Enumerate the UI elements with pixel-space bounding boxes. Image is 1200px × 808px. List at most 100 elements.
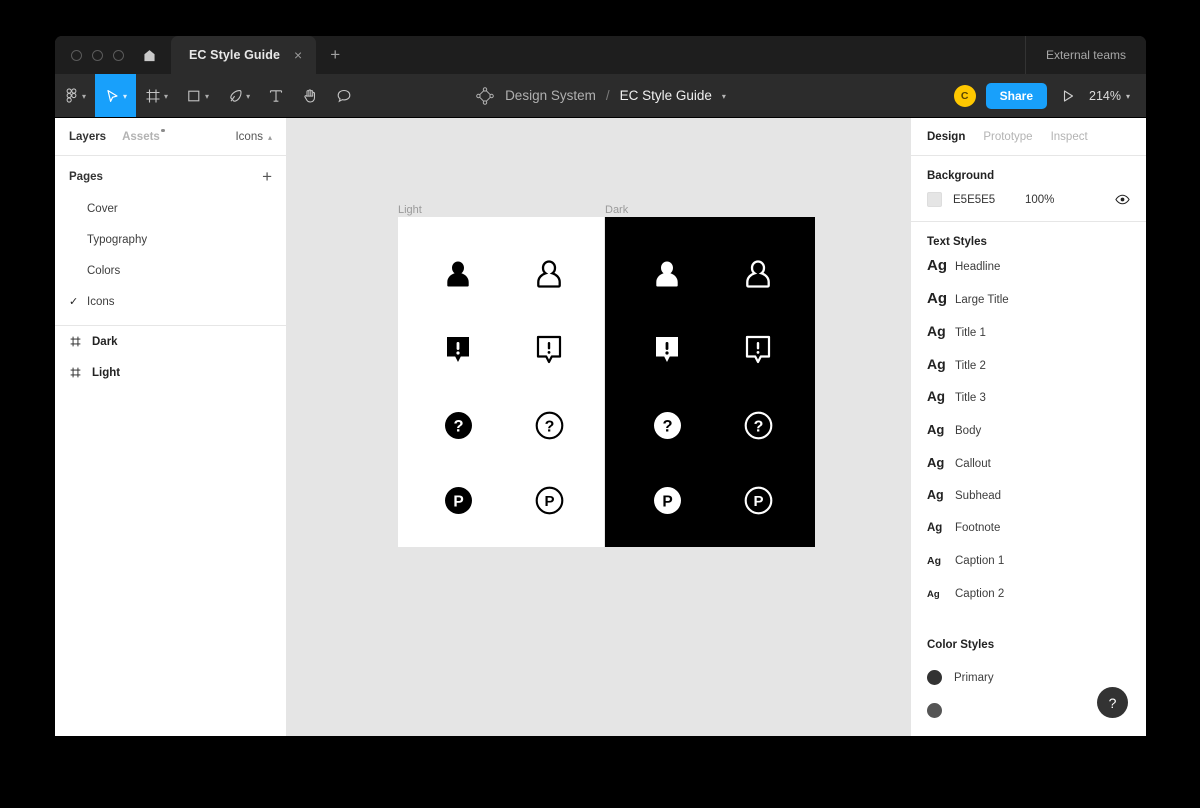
help-filled-icon[interactable]: ? bbox=[637, 395, 697, 455]
window-controls[interactable] bbox=[55, 36, 138, 74]
workspace: Layers Assets Icons ▴ Pages + Cover Typo… bbox=[55, 118, 1146, 736]
close-window-button[interactable] bbox=[71, 49, 82, 61]
hand-tool-button[interactable] bbox=[293, 74, 327, 117]
eye-icon[interactable] bbox=[1115, 194, 1130, 205]
parking-outline-icon[interactable]: P bbox=[519, 470, 579, 530]
text-style-title-2[interactable]: Ag Title 2 bbox=[911, 357, 1146, 390]
text-style-footnote[interactable]: Ag Footnote bbox=[911, 522, 1146, 555]
person-filled-icon[interactable] bbox=[637, 245, 697, 305]
background-row[interactable]: E5E5E5 100% bbox=[911, 192, 1146, 221]
color-swatch[interactable] bbox=[927, 192, 942, 207]
tab-prototype[interactable]: Prototype bbox=[983, 131, 1032, 143]
alert-outline-icon[interactable] bbox=[519, 320, 579, 380]
comment-tool-button[interactable] bbox=[327, 74, 361, 117]
home-icon[interactable] bbox=[138, 36, 171, 74]
text-tool-button[interactable] bbox=[259, 74, 293, 117]
breadcrumb-file[interactable]: EC Style Guide bbox=[620, 88, 712, 103]
layer-item-light[interactable]: Light bbox=[55, 357, 286, 388]
alert-filled-icon[interactable] bbox=[637, 320, 697, 380]
help-button[interactable]: ? bbox=[1097, 687, 1128, 718]
chevron-down-icon[interactable]: ▾ bbox=[1126, 92, 1130, 101]
maximize-window-button[interactable] bbox=[113, 49, 124, 61]
tab-inspect[interactable]: Inspect bbox=[1051, 131, 1088, 143]
tab-layers[interactable]: Layers bbox=[69, 131, 106, 143]
shape-tool-button[interactable]: ▾ bbox=[177, 74, 218, 117]
parking-filled-icon[interactable]: P bbox=[428, 470, 488, 530]
color-style-label: Primary bbox=[954, 671, 994, 684]
tab-design[interactable]: Design bbox=[927, 131, 965, 143]
parking-outline-icon[interactable]: P bbox=[728, 470, 788, 530]
text-style-body[interactable]: Ag Body bbox=[911, 423, 1146, 456]
minimize-window-button[interactable] bbox=[92, 49, 103, 61]
svg-text:?: ? bbox=[544, 418, 554, 435]
person-outline-icon[interactable] bbox=[728, 245, 788, 305]
page-item-icons[interactable]: ✓ Icons bbox=[55, 286, 286, 317]
external-teams-button[interactable]: External teams bbox=[1024, 36, 1146, 74]
frame-light[interactable]: ? ? P P bbox=[398, 217, 604, 547]
chevron-down-icon[interactable]: ▾ bbox=[164, 92, 168, 101]
text-style-subhead[interactable]: Ag Subhead bbox=[911, 489, 1146, 522]
avatar[interactable]: C bbox=[953, 84, 976, 107]
color-swatch[interactable] bbox=[927, 670, 942, 685]
text-style-label: Caption 1 bbox=[955, 555, 1005, 567]
page-item-label: Cover bbox=[87, 202, 118, 215]
parking-filled-icon[interactable]: P bbox=[637, 470, 697, 530]
move-tool-button[interactable]: ▾ bbox=[95, 74, 137, 117]
person-filled-icon[interactable] bbox=[428, 245, 488, 305]
add-page-button[interactable]: + bbox=[262, 168, 272, 185]
frame-tool-button[interactable]: ▾ bbox=[136, 74, 177, 117]
chevron-down-icon[interactable]: ▾ bbox=[82, 92, 86, 101]
text-style-caption-1[interactable]: Ag Caption 1 bbox=[911, 555, 1146, 588]
background-opacity-value[interactable]: 100% bbox=[1025, 194, 1083, 206]
present-icon[interactable] bbox=[1057, 89, 1079, 103]
help-outline-icon[interactable]: ? bbox=[728, 395, 788, 455]
page-selector[interactable]: Icons ▴ bbox=[235, 131, 272, 143]
text-style-caption-2[interactable]: Ag Caption 2 bbox=[911, 588, 1146, 621]
text-style-label: Headline bbox=[955, 261, 1001, 273]
help-filled-icon[interactable]: ? bbox=[428, 395, 488, 455]
file-tab[interactable]: EC Style Guide × bbox=[171, 36, 317, 74]
color-swatch[interactable] bbox=[927, 703, 942, 718]
frame-label-light[interactable]: Light bbox=[398, 204, 422, 216]
design-panel: Design Prototype Inspect Background E5E5… bbox=[910, 118, 1146, 736]
tab-assets[interactable]: Assets bbox=[122, 128, 165, 143]
chevron-down-icon[interactable]: ▾ bbox=[205, 92, 209, 101]
text-style-label: Large Title bbox=[955, 294, 1009, 306]
text-style-preview: Ag bbox=[927, 323, 946, 339]
page-item-cover[interactable]: Cover bbox=[55, 193, 286, 224]
close-icon[interactable]: × bbox=[290, 48, 302, 62]
text-style-title-1[interactable]: Ag Title 1 bbox=[911, 324, 1146, 357]
chevron-down-icon[interactable]: ▾ bbox=[722, 92, 726, 101]
canvas[interactable]: Light ? ? P P Dark ? ? P P bbox=[287, 118, 910, 736]
text-style-large-title[interactable]: Ag Large Title bbox=[911, 291, 1146, 324]
pen-tool-button[interactable]: ▾ bbox=[218, 74, 259, 117]
text-style-label: Subhead bbox=[955, 490, 1002, 502]
alert-filled-icon[interactable] bbox=[428, 320, 488, 380]
frame-dark[interactable]: ? ? P P bbox=[605, 217, 815, 547]
text-style-preview: Ag bbox=[927, 257, 947, 274]
page-item-typography[interactable]: Typography bbox=[55, 224, 286, 255]
background-hex-value[interactable]: E5E5E5 bbox=[953, 194, 1025, 206]
text-style-headline[interactable]: Ag Headline bbox=[911, 258, 1146, 291]
zoom-control[interactable]: 214% ▾ bbox=[1089, 89, 1132, 103]
chevron-down-icon[interactable]: ▾ bbox=[123, 92, 127, 101]
text-style-preview: Ag bbox=[927, 488, 944, 502]
breadcrumb-project[interactable]: Design System bbox=[505, 88, 596, 103]
help-outline-icon[interactable]: ? bbox=[519, 395, 579, 455]
frame-label-dark[interactable]: Dark bbox=[605, 204, 628, 216]
figma-menu-button[interactable]: ▾ bbox=[55, 74, 95, 117]
chevron-down-icon[interactable]: ▾ bbox=[246, 92, 250, 101]
layer-item-dark[interactable]: Dark bbox=[55, 326, 286, 357]
zoom-level-label: 214% bbox=[1089, 88, 1121, 103]
svg-text:?: ? bbox=[662, 417, 672, 435]
svg-text:P: P bbox=[453, 493, 463, 510]
page-item-colors[interactable]: Colors bbox=[55, 255, 286, 286]
text-style-title-3[interactable]: Ag Title 3 bbox=[911, 390, 1146, 423]
person-outline-icon[interactable] bbox=[519, 245, 579, 305]
new-tab-button[interactable]: + bbox=[316, 36, 354, 74]
share-button[interactable]: Share bbox=[985, 82, 1047, 109]
text-style-label: Callout bbox=[955, 458, 991, 470]
page-item-label: Typography bbox=[87, 233, 148, 246]
text-style-callout[interactable]: Ag Callout bbox=[911, 456, 1146, 489]
alert-outline-icon[interactable] bbox=[728, 320, 788, 380]
